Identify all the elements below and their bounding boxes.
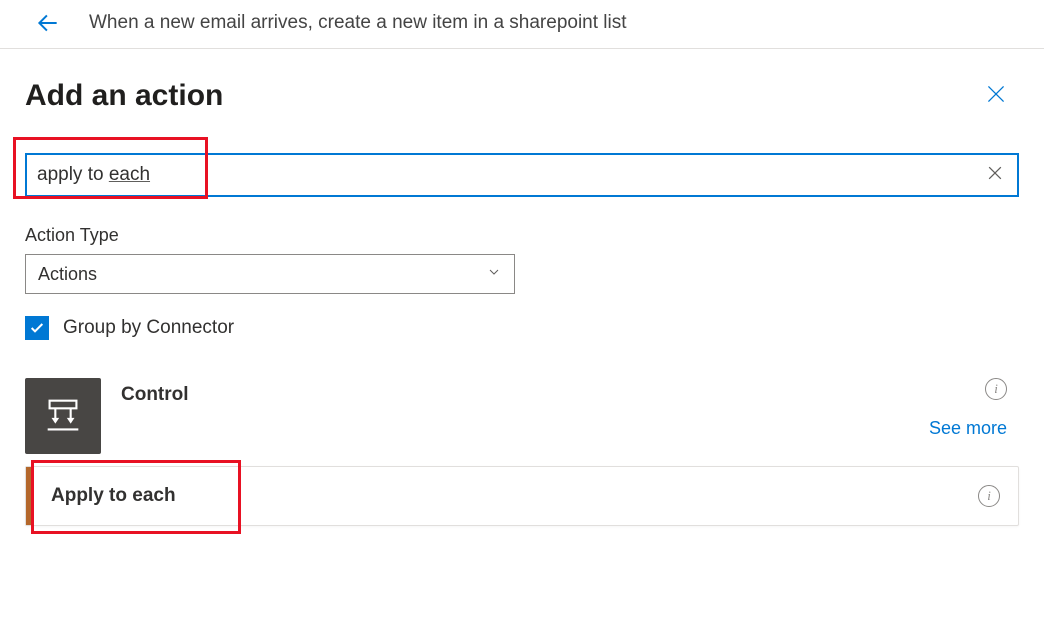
action-apply-to-each[interactable]: Apply to each i (25, 466, 1019, 526)
add-action-panel: Add an action apply to each Action Type … (0, 49, 1044, 546)
connector-row: Control i See more (25, 378, 1019, 454)
group-by-label: Group by Connector (63, 317, 234, 339)
group-by-row: Group by Connector (25, 316, 1019, 340)
top-bar: When a new email arrives, create a new i… (0, 0, 1044, 49)
connector-right: i See more (929, 378, 1019, 439)
control-connector-icon (25, 378, 101, 454)
panel-header: Add an action (25, 79, 1019, 113)
breadcrumb: When a new email arrives, create a new i… (89, 12, 627, 34)
search-wrap: apply to each (25, 153, 1019, 197)
panel-title: Add an action (25, 79, 223, 113)
connector-name: Control (121, 384, 189, 406)
see-more-link[interactable]: See more (929, 418, 1007, 438)
search-input[interactable]: apply to each (25, 153, 1019, 197)
close-icon[interactable] (983, 81, 1019, 112)
action-type-dropdown[interactable]: Actions (25, 254, 515, 294)
action-item-wrap: Apply to each i (25, 466, 1019, 526)
action-label: Apply to each (51, 485, 978, 507)
action-type-label: Action Type (25, 225, 1019, 246)
action-accent-bar (26, 467, 31, 525)
chevron-down-icon (486, 264, 502, 285)
info-icon[interactable]: i (985, 378, 1007, 400)
info-icon[interactable]: i (978, 485, 1000, 507)
clear-search-icon[interactable] (985, 163, 1005, 188)
back-arrow-icon[interactable] (35, 10, 61, 36)
action-type-value: Actions (38, 264, 97, 285)
group-by-checkbox[interactable] (25, 316, 49, 340)
connector-left: Control (25, 378, 189, 454)
search-value: apply to each (37, 164, 985, 186)
